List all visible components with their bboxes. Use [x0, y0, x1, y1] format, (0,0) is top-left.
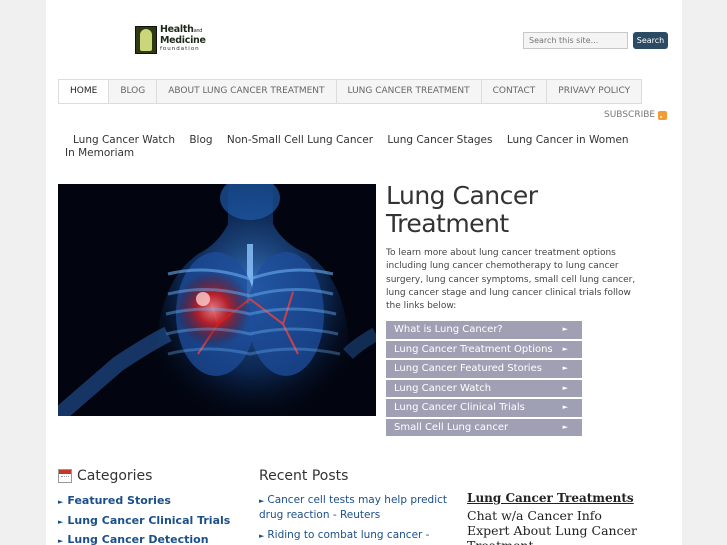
nav-item-about[interactable]: ABOUT LUNG CANCER TREATMENT: [157, 80, 337, 103]
bullet-icon: ►: [58, 537, 64, 545]
sub-nav: Lung Cancer Watch Blog Non-Small Cell Lu…: [65, 134, 645, 160]
hero-link-small-cell[interactable]: Small Cell Lung cancer ►: [386, 418, 582, 436]
nav-item-blog[interactable]: BLOG: [109, 80, 158, 103]
logo-line1: Health: [160, 24, 194, 35]
hero-link-watch[interactable]: Lung Cancer Watch ►: [386, 379, 582, 397]
hero-title: Lung Cancer Treatment: [386, 181, 538, 238]
triangle-right-icon: ►: [562, 325, 568, 333]
hero-image: [58, 184, 376, 416]
triangle-right-icon: ►: [562, 344, 568, 353]
hero-link-label: What is Lung Cancer?: [394, 324, 503, 335]
bullet-icon: ►: [58, 498, 64, 506]
hero-link-label: Lung Cancer Treatment Options: [394, 343, 553, 355]
recent-post-item[interactable]: ► Cancer cell tests may help predict drug…: [259, 493, 449, 522]
logo-line1-small: and: [193, 28, 203, 34]
lungs-xray-image: [58, 184, 376, 416]
hero-text: To learn more about lung cancer treatmen…: [386, 248, 636, 312]
subscribe-label: SUBSCRIBE: [604, 110, 656, 120]
hero-link-label: Lung Cancer Clinical Trials: [394, 402, 525, 413]
recent-posts-title: Recent Posts: [259, 468, 349, 484]
hero-links: What is Lung Cancer? ► Lung Cancer Treatm…: [386, 321, 582, 438]
nav-item-contact[interactable]: CONTACT: [482, 80, 548, 103]
site-logo[interactable]: Healthand Medicine foundation: [135, 25, 206, 54]
widget-text: Chat w/a Cancer Info Expert About Lung C…: [467, 508, 637, 545]
rss-icon: [658, 110, 668, 120]
hero-link-featured-stories[interactable]: Lung Cancer Featured Stories ►: [386, 360, 582, 378]
category-item[interactable]: ► Featured Stories: [58, 494, 230, 514]
sub-nav-item-non-small-cell[interactable]: Non-Small Cell Lung Cancer: [227, 134, 373, 146]
category-item[interactable]: ► Lung Cancer Clinical Trials: [58, 514, 230, 534]
triangle-right-icon: ►: [562, 403, 568, 411]
bullet-icon: ►: [58, 517, 64, 526]
sub-nav-item-women[interactable]: Lung Cancer in Women: [507, 134, 629, 146]
category-label: Featured Stories: [67, 494, 171, 507]
sub-nav-item-in-memoriam[interactable]: In Memoriam: [65, 147, 134, 159]
bullet-icon: ►: [259, 497, 265, 505]
category-item[interactable]: ► Lung Cancer Detection: [58, 533, 230, 545]
nav-item-privacy-policy[interactable]: PRIVAVY POLICY: [547, 80, 641, 103]
sub-nav-item-lung-cancer-watch[interactable]: Lung Cancer Watch: [73, 134, 175, 146]
main-nav: HOME BLOG ABOUT LUNG CANCER TREATMENT LU…: [58, 79, 643, 104]
calendar-icon: [58, 469, 72, 483]
bullet-icon: ►: [259, 532, 265, 540]
triangle-right-icon: ►: [562, 383, 568, 392]
hero-link-label: Lung Cancer Watch: [394, 382, 492, 394]
categories-title: Categories: [77, 468, 153, 484]
logo-text: Healthand Medicine foundation: [160, 25, 206, 54]
subscribe-link[interactable]: SUBSCRIBE: [604, 110, 668, 120]
search-input[interactable]: [523, 32, 628, 49]
categories-heading: Categories: [58, 468, 152, 484]
category-label: Lung Cancer Clinical Trials: [67, 513, 231, 527]
triangle-right-icon: ►: [562, 364, 568, 372]
logo-line2: Medicine: [160, 35, 206, 46]
hero-link-treatment-options[interactable]: Lung Cancer Treatment Options ►: [386, 340, 582, 358]
page: Healthand Medicine foundation Search HOM…: [46, 0, 682, 545]
recent-post-item[interactable]: ►Riding to combat lung cancer - WASH...: [259, 528, 449, 545]
recent-post-label: Riding to combat lung cancer - WASH...: [259, 529, 430, 545]
recent-post-label: Cancer cell tests may help predict drug …: [259, 494, 448, 521]
nav-item-lung-cancer-treatment[interactable]: LUNG CANCER TREATMENT: [337, 80, 482, 103]
hero-link-clinical-trials[interactable]: Lung Cancer Clinical Trials ►: [386, 399, 582, 417]
sub-nav-item-stages[interactable]: Lung Cancer Stages: [387, 134, 492, 146]
sub-nav-item-blog[interactable]: Blog: [189, 134, 212, 146]
hero-link-label: Lung Cancer Featured Stories: [394, 363, 542, 374]
widget-link[interactable]: Lung Cancer Treatments: [467, 491, 647, 506]
nav-item-home[interactable]: HOME: [59, 80, 110, 103]
search-button[interactable]: Search: [633, 32, 668, 49]
hero-link-what-is[interactable]: What is Lung Cancer? ►: [386, 321, 582, 339]
recent-posts-list: ► Cancer cell tests may help predict drug…: [259, 493, 449, 545]
triangle-right-icon: ►: [562, 422, 568, 431]
hero-link-label: Small Cell Lung cancer: [394, 421, 509, 433]
category-label: Lung Cancer Detection: [67, 533, 209, 545]
logo-mark-icon: [135, 25, 157, 54]
logo-line3: foundation: [160, 46, 200, 52]
ad-widget: Lung Cancer Treatments Chat w/a Cancer I…: [467, 491, 647, 545]
categories-list: ► Featured Stories ► Lung Cancer Clinical …: [58, 494, 230, 545]
